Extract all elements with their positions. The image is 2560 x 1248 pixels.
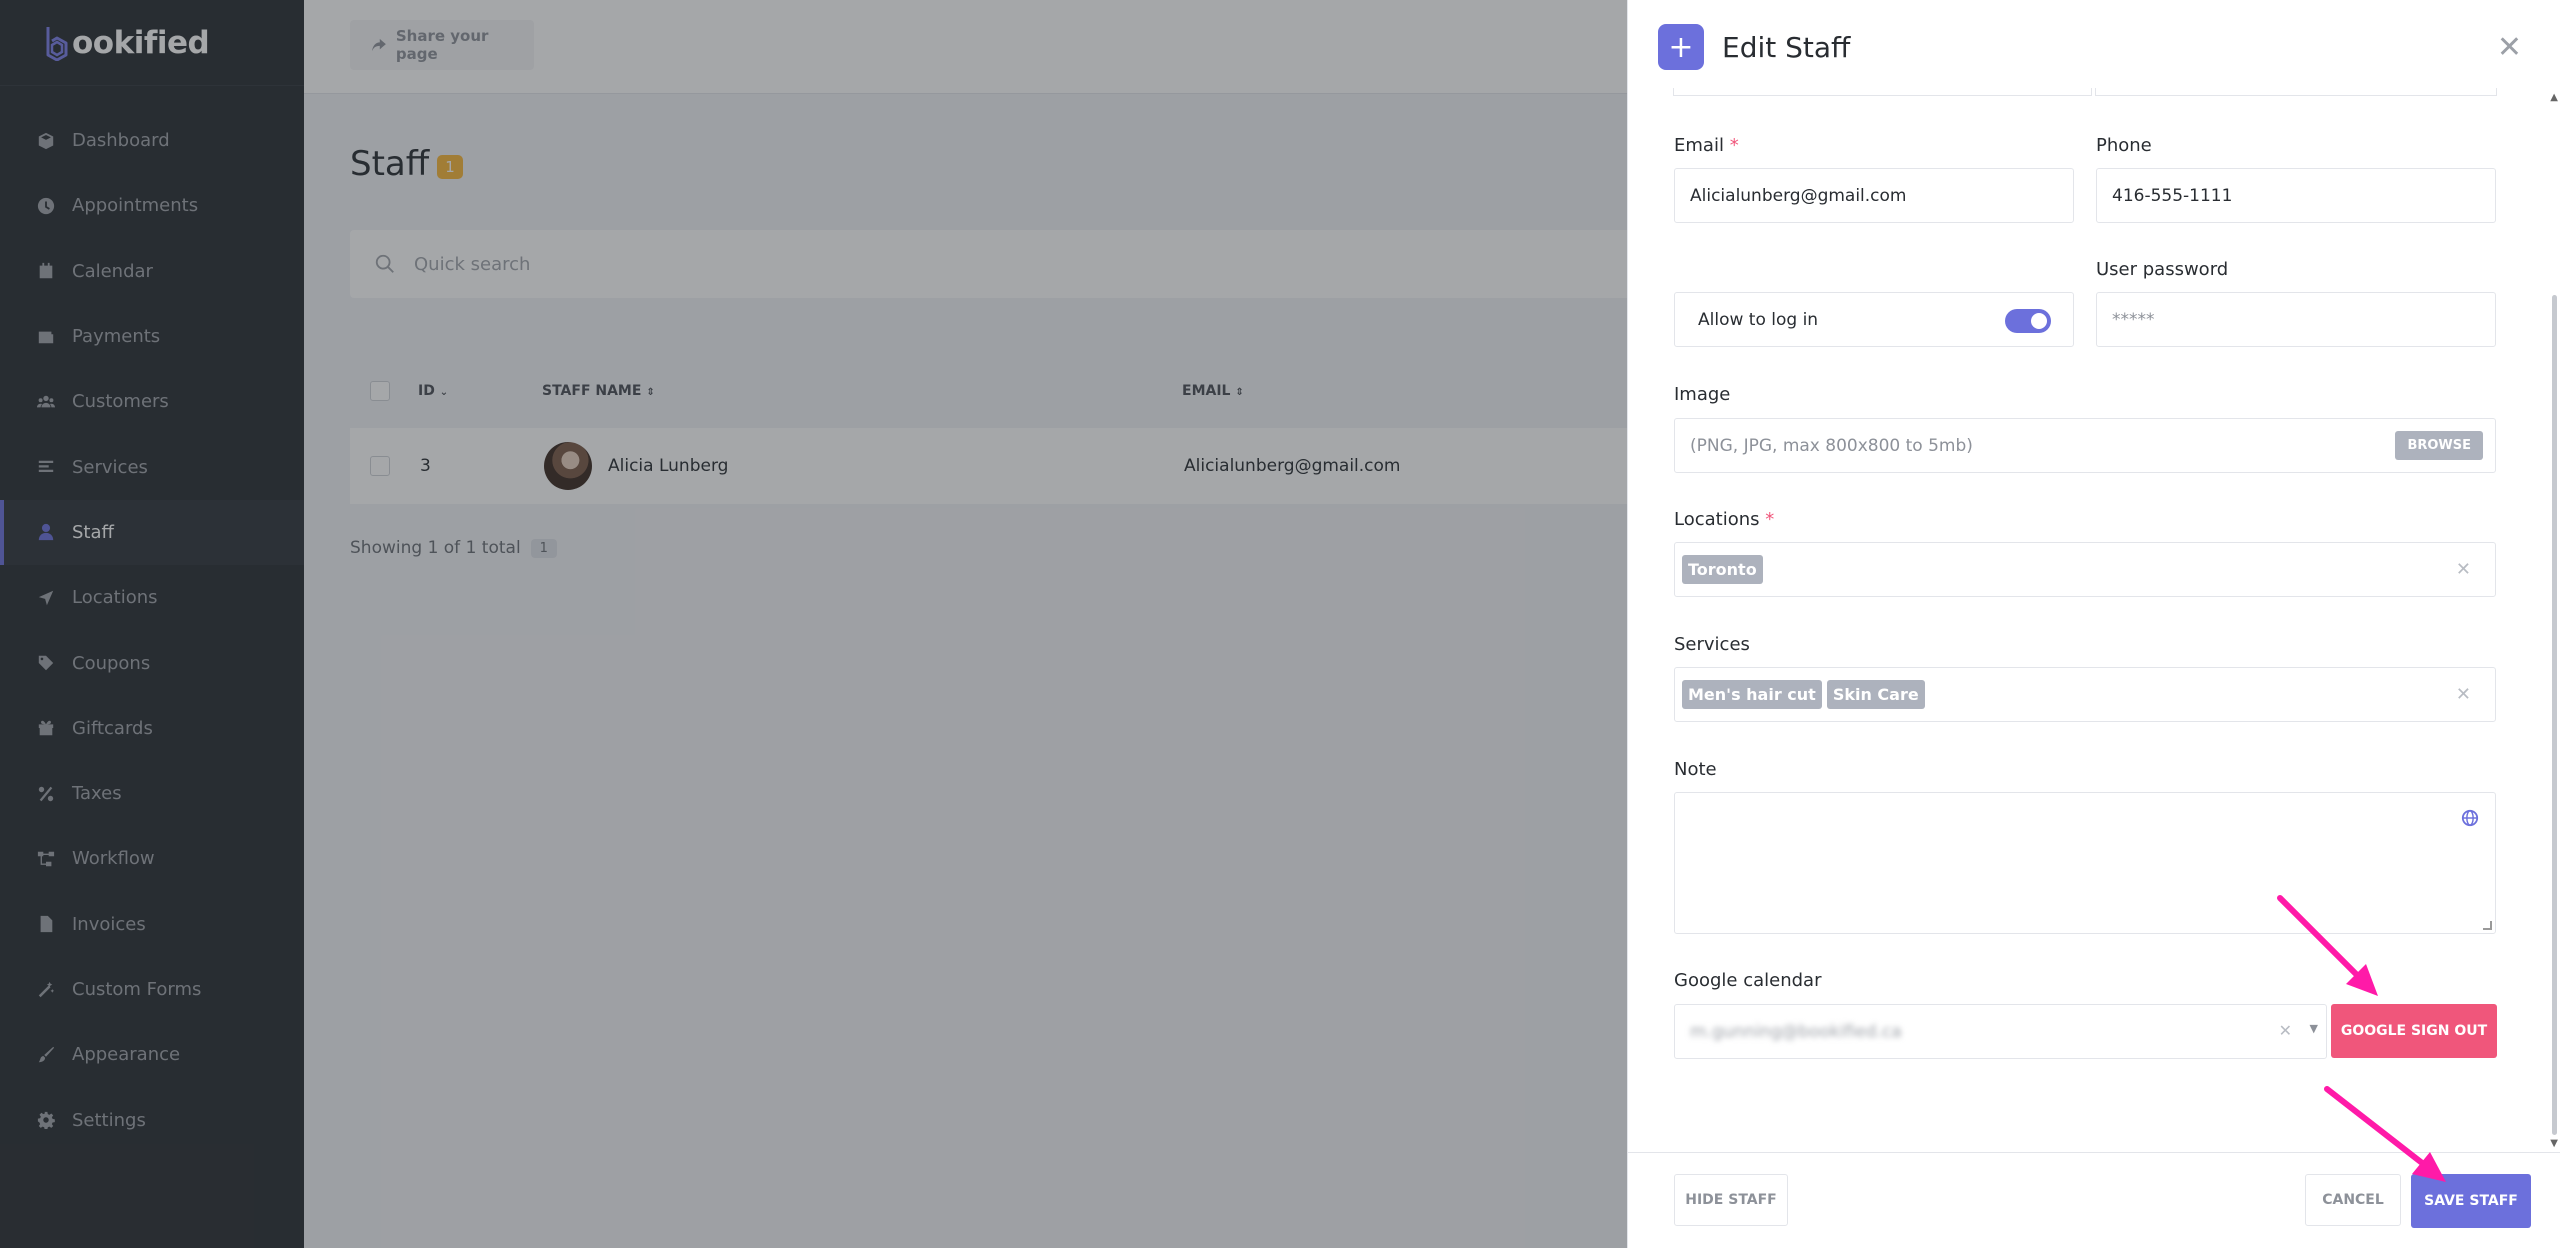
email-label-text: Email [1674, 135, 1724, 156]
globe-icon[interactable] [2461, 809, 2479, 827]
panel-title: Edit Staff [1722, 30, 1851, 64]
image-label: Image [1674, 384, 1731, 405]
allow-login-label: Allow to log in [1698, 309, 1819, 330]
hide-staff-button[interactable]: HIDE STAFF [1674, 1174, 1788, 1226]
email-label: Email * [1674, 135, 1739, 156]
allow-login-row: Allow to log in [1674, 292, 2074, 347]
clear-icon[interactable]: ✕ [2456, 559, 2471, 580]
service-tag[interactable]: Men's hair cut [1682, 680, 1822, 709]
close-icon[interactable]: ✕ [2497, 30, 2522, 65]
scrollbar-thumb[interactable] [2552, 295, 2557, 1135]
locations-select[interactable]: Toronto ✕ [1674, 542, 2496, 597]
scroll-down-icon[interactable]: ▼ [2550, 1138, 2558, 1149]
image-upload-field[interactable]: (PNG, JPG, max 800x800 to 5mb) BROWSE [1674, 418, 2496, 473]
clear-icon[interactable]: ✕ [2456, 684, 2471, 705]
password-label: User password [2096, 259, 2229, 280]
image-placeholder: (PNG, JPG, max 800x800 to 5mb) [1690, 435, 1973, 456]
services-label: Services [1674, 634, 1750, 655]
google-calendar-select[interactable]: m.gunning@bookified.ca ✕ ▼ [1674, 1004, 2327, 1059]
cancel-button[interactable]: CANCEL [2305, 1174, 2401, 1226]
panel-footer-divider [1627, 1152, 2560, 1153]
password-field[interactable]: ***** [2096, 292, 2496, 347]
phone-field[interactable]: 416-555-1111 [2096, 168, 2496, 223]
note-label: Note [1674, 759, 1717, 780]
partial-field-right [2095, 88, 2497, 96]
required-marker: * [1765, 509, 1775, 530]
save-staff-button[interactable]: SAVE STAFF [2411, 1174, 2531, 1228]
clear-icon[interactable]: ✕ [2279, 1021, 2292, 1040]
phone-label: Phone [2096, 135, 2152, 156]
location-tag[interactable]: Toronto [1682, 555, 1763, 584]
email-field[interactable]: Alicialunberg@gmail.com [1674, 168, 2074, 223]
browse-button[interactable]: BROWSE [2395, 431, 2483, 460]
scroll-up-icon[interactable]: ▲ [2550, 92, 2558, 103]
panel-header: + Edit Staff [1628, 0, 2560, 94]
edit-staff-panel: + Edit Staff ✕ ▲ ▼ Email * Alicialunberg… [1627, 0, 2560, 1248]
locations-label-text: Locations [1674, 509, 1760, 530]
note-textarea[interactable] [1674, 792, 2496, 934]
required-marker: * [1729, 135, 1739, 156]
partial-field-left [1673, 88, 2092, 96]
allow-login-toggle[interactable] [2005, 309, 2051, 333]
google-sign-out-button[interactable]: GOOGLE SIGN OUT [2331, 1004, 2497, 1058]
resize-handle[interactable] [2483, 921, 2492, 930]
plus-icon: + [1658, 24, 1704, 70]
chevron-down-icon[interactable]: ▼ [2310, 1022, 2318, 1035]
google-calendar-label: Google calendar [1674, 970, 1822, 991]
service-tag[interactable]: Skin Care [1826, 680, 1925, 709]
services-select[interactable]: Men's hair cut Skin Care ✕ [1674, 667, 2496, 722]
google-account-value: m.gunning@bookified.ca [1690, 1021, 1902, 1042]
locations-label: Locations * [1674, 509, 1774, 530]
